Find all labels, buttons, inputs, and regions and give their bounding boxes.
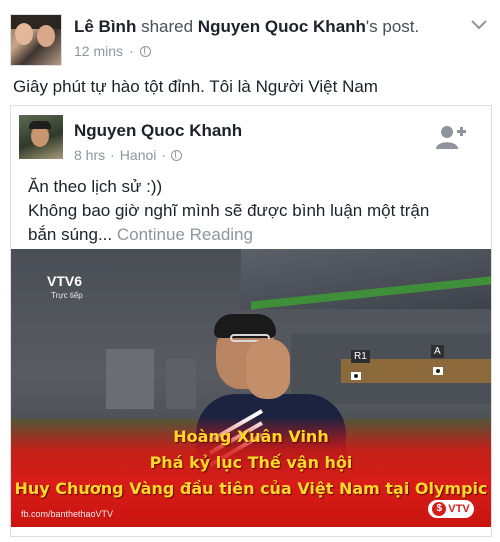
vtv-badge-text: VTV [448, 503, 470, 515]
meta-separator: · [161, 147, 167, 163]
target-marker [351, 372, 361, 380]
shared-post-timestamp[interactable]: 8 hrs [74, 146, 105, 164]
target-marker [433, 367, 443, 375]
shared-post-body: Ăn theo lịch sử :)) Không bao giờ nghĩ m… [28, 175, 488, 247]
caption-line-1: Hoàng Xuân Vinh [173, 427, 329, 446]
video-thumbnail[interactable]: R1 A VTV6 Trực tiếp Hoàng Xuân Vinh Phá … [11, 249, 491, 527]
globe-icon[interactable] [139, 45, 151, 57]
meta-separator: · [129, 43, 134, 59]
chevron-down-icon[interactable] [470, 18, 488, 32]
status-text: Giây phút tự hào tột đỉnh. Tôi là Người … [13, 77, 378, 96]
post-meta: 12 mins · [74, 42, 151, 60]
source-watermark: fb.com/banthethaoVTV [21, 509, 114, 519]
lane-label-r1: R1 [351, 350, 370, 363]
body-line: Ăn theo lịch sử :)) [28, 177, 163, 196]
author-name-link[interactable]: Lê Bình [74, 17, 136, 36]
shared-post-location[interactable]: Hanoi [120, 146, 157, 164]
caption-line-2: Phá kỷ lục Thế vận hội [149, 453, 353, 472]
live-label: Trực tiếp [51, 291, 83, 300]
channel-logo: VTV6 [47, 273, 83, 289]
globe-icon[interactable] [171, 149, 183, 161]
author-avatar[interactable] [10, 14, 62, 66]
post-timestamp[interactable]: 12 mins [74, 42, 123, 60]
post-suffix-text: 's post. [365, 17, 420, 36]
body-line-final: bắn súng... Continue Reading [28, 223, 488, 247]
shared-from-link[interactable]: Nguyen Quoc Khanh [198, 17, 366, 36]
post-header: Lê Bình shared Nguyen Quoc Khanh's post. [74, 16, 419, 38]
shared-post-meta: 8 hrs · Hanoi · [74, 146, 183, 164]
dollar-icon: $ [432, 502, 447, 516]
lane-label-a: A [431, 345, 444, 358]
shared-action-text: shared [141, 17, 194, 36]
shared-author-avatar[interactable] [19, 115, 63, 159]
caption-line-3: Huy Chương Vàng đầu tiên của Việt Nam tạ… [14, 479, 488, 498]
continue-reading-link[interactable]: Continue Reading [117, 225, 253, 244]
meta-separator: · [110, 147, 115, 163]
add-friend-icon[interactable] [436, 124, 466, 150]
shared-author-name[interactable]: Nguyen Quoc Khanh [74, 120, 242, 142]
vtv-badge: $ VTV [428, 500, 474, 518]
body-line: Không bao giờ nghĩ mình sẽ được bình luậ… [28, 201, 430, 220]
body-line-text: bắn súng... [28, 225, 113, 244]
